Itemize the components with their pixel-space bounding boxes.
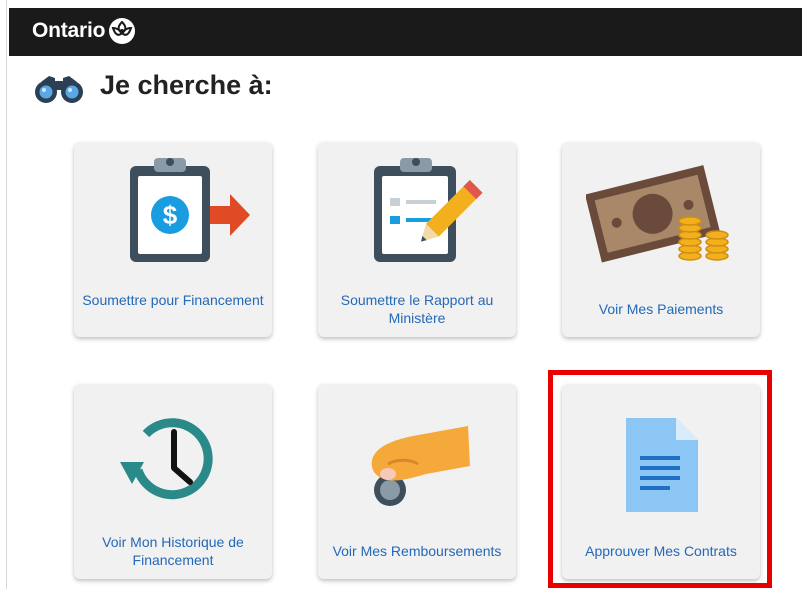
money-coins-icon: [586, 165, 729, 263]
tile-view-reimbursements[interactable]: Voir Mes Remboursements: [318, 384, 516, 579]
ontario-trillium-logo-icon: [109, 18, 135, 44]
tile-view-payments[interactable]: Voir Mes Paiements: [562, 142, 760, 337]
tile-funding-history[interactable]: Voir Mon Historique de Financement: [74, 384, 272, 579]
document-icon: [626, 418, 698, 512]
hand-coin-icon: [371, 426, 470, 506]
tile-label: Approuver Mes Contrats: [585, 543, 737, 559]
page-heading: Je cherche à:: [100, 70, 273, 100]
tile-submit-report[interactable]: Soumettre le Rapport au Ministère: [318, 142, 516, 337]
tile-approve-contracts[interactable]: Approuver Mes Contrats: [562, 384, 760, 579]
svg-text:$: $: [163, 200, 178, 230]
tile-label: Voir Mes Remboursements: [332, 543, 502, 559]
clipboard-pencil-icon: [374, 158, 483, 262]
tile-label: Voir Mon Historique de Financement: [102, 534, 244, 568]
clipboard-dollar-icon: $: [130, 158, 250, 262]
tile-label: Soumettre pour Financement: [82, 292, 264, 308]
ontario-brand[interactable]: Ontario: [32, 19, 105, 43]
left-page-edge: [0, 0, 7, 589]
history-clock-icon: [120, 418, 213, 500]
top-header-bar: Ontario: [9, 8, 802, 56]
tile-submit-funding[interactable]: $ Soumettre pour Financement: [74, 142, 272, 337]
binoculars-icon: [35, 76, 83, 103]
tile-label: Soumettre le Rapport au Ministère: [340, 292, 494, 326]
tile-label: Voir Mes Paiements: [598, 301, 724, 317]
